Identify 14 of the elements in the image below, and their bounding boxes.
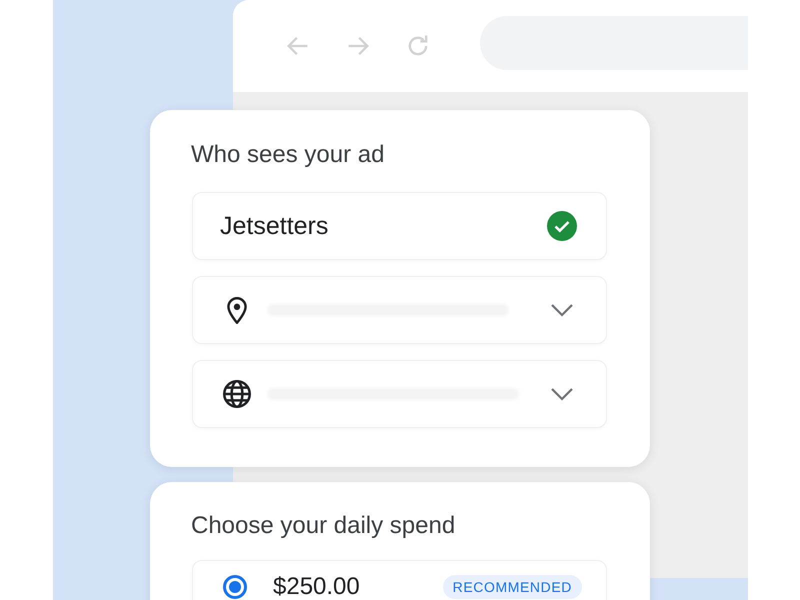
targeting-field[interactable] <box>192 360 607 428</box>
budget-option[interactable]: $250.00 RECOMMENDED <box>192 560 607 600</box>
chevron-icon[interactable] <box>550 303 574 317</box>
targeting-field[interactable] <box>192 276 607 344</box>
location-pin-icon <box>226 296 248 324</box>
budget-amount: $250.00 <box>273 575 360 599</box>
globe-icon <box>223 380 251 408</box>
radio-button[interactable] <box>223 575 247 599</box>
card-title: Who sees your ad <box>191 141 386 169</box>
recommended-badge: RECOMMENDED <box>442 575 582 599</box>
chevron-icon[interactable] <box>550 387 574 401</box>
card-title: Choose your daily spend <box>191 512 456 540</box>
targeting-field[interactable]: Jetsetters <box>192 192 607 260</box>
audience-value: Jetsetters <box>220 212 330 240</box>
